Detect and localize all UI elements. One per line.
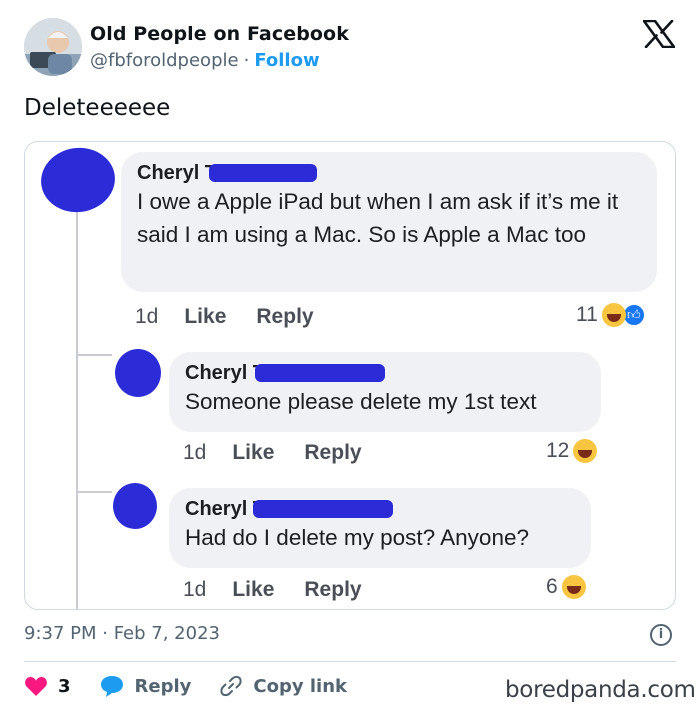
reply-link[interactable]: Reply (256, 305, 313, 328)
commenter-name[interactable]: Cheryl T (137, 162, 317, 185)
comment-time[interactable]: 1d (135, 305, 158, 328)
comment-bubble: Cheryl T Had do I delete my post? Anyone… (169, 488, 591, 568)
thread-connector (76, 354, 112, 356)
haha-emoji-icon (601, 303, 626, 327)
author-handle[interactable]: @fbforoldpeople (90, 50, 239, 71)
commenter-avatar-scribbled[interactable] (115, 349, 161, 397)
tweet-media-image[interactable]: Cheryl T I owe a Apple iPad but when I a… (24, 141, 676, 610)
comment-text: Someone please delete my 1st text (185, 389, 537, 414)
reaction-count: 11 (576, 303, 598, 326)
commenter-avatar-scribbled[interactable] (36, 143, 120, 217)
boredpanda-watermark: boredpanda.com (505, 677, 696, 703)
copy-link-label: Copy link (253, 675, 347, 697)
reaction-summary[interactable]: 6 (546, 575, 586, 599)
follow-button[interactable]: Follow (254, 50, 319, 71)
reaction-summary[interactable]: 11 👍︎ (576, 303, 646, 327)
like-button[interactable]: 3 (24, 675, 71, 697)
reaction-count: 12 (546, 439, 570, 462)
avatar-photo (24, 18, 82, 76)
comment-text: Had do I delete my post? Anyone? (185, 525, 529, 550)
reply-label: Reply (134, 675, 192, 697)
haha-emoji-icon (573, 439, 598, 463)
reaction-count: 6 (546, 575, 558, 598)
comment-meta: 1d Like Reply (135, 305, 344, 329)
comment-bubble: Cheryl T Someone please delete my 1st te… (169, 352, 601, 432)
reply-button[interactable]: Reply (99, 674, 192, 698)
copy-link-button[interactable]: Copy link (219, 674, 347, 698)
x-logo-icon[interactable] (643, 20, 675, 48)
tweet-text: Deleteeeeee (24, 95, 171, 121)
author-name[interactable]: Old People on Facebook (90, 23, 349, 45)
redaction-scribble (209, 164, 317, 182)
redaction-scribble (253, 500, 393, 518)
speech-bubble-icon (100, 676, 123, 697)
thread-line (76, 200, 78, 609)
reaction-summary[interactable]: 12 (546, 439, 598, 463)
redaction-scribble (255, 364, 385, 382)
link-icon (220, 675, 242, 697)
comment-meta: 1d Like Reply (183, 578, 392, 602)
heart-icon (25, 677, 47, 696)
like-link[interactable]: Like (184, 305, 226, 328)
comment-text: I owe a Apple iPad but when I am ask if … (137, 189, 619, 247)
comment-time[interactable]: 1d (183, 441, 206, 464)
divider (24, 661, 676, 662)
commenter-name[interactable]: Cheryl T (185, 362, 385, 385)
like-link[interactable]: Like (232, 578, 274, 601)
comment-time[interactable]: 1d (183, 578, 206, 601)
comment-meta: 1d Like Reply (183, 441, 392, 465)
like-link[interactable]: Like (232, 441, 274, 464)
tweet-actions: 3 Reply Copy link (24, 674, 375, 698)
reply-link[interactable]: Reply (304, 578, 361, 601)
info-icon[interactable]: i (650, 624, 672, 646)
handle-row: @fbforoldpeople · Follow (90, 50, 320, 71)
commenter-name[interactable]: Cheryl T (185, 498, 393, 521)
haha-emoji-icon (561, 575, 586, 599)
comment-bubble: Cheryl T I owe a Apple iPad but when I a… (121, 152, 657, 292)
commenter-avatar-scribbled[interactable] (113, 483, 157, 529)
author-avatar[interactable] (24, 18, 82, 76)
separator: · (243, 50, 250, 71)
like-count: 3 (58, 675, 71, 697)
reply-link[interactable]: Reply (304, 441, 361, 464)
tweet-timestamp[interactable]: 9:37 PM · Feb 7, 2023 (24, 623, 220, 644)
thread-connector (76, 491, 112, 493)
